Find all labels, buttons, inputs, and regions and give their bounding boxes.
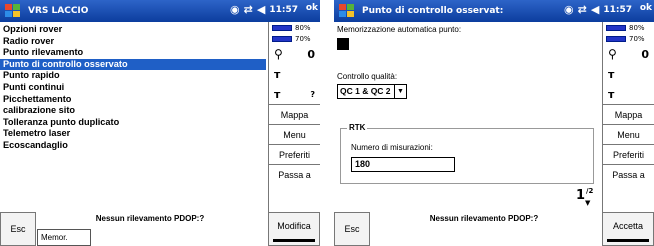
gps-icon[interactable]: ◉ xyxy=(230,3,240,16)
accetta-button[interactable]: Accetta xyxy=(602,212,654,246)
menu-button[interactable]: Menu xyxy=(603,124,654,144)
rtk-icon: ᴛ xyxy=(608,87,615,101)
spacer xyxy=(320,0,334,246)
auto-store-label: Memorizzazione automatica punto: xyxy=(337,25,462,34)
list-item[interactable]: Punti continui xyxy=(0,82,266,94)
volume-icon[interactable]: ◀ xyxy=(257,3,265,16)
clock[interactable]: 11:57 xyxy=(603,5,632,15)
ok-button[interactable]: ok xyxy=(640,3,652,13)
list-item[interactable]: Opzioni rover xyxy=(0,24,266,36)
status-sidebar: 80% 70% ⚲ 0 ᴛ ᴛ Mappa Menu Preferiti Pas… xyxy=(602,22,654,212)
softkey-bar xyxy=(273,239,315,242)
battery-icon xyxy=(606,24,626,31)
gps-icon[interactable]: ◉ xyxy=(564,3,574,16)
list-item[interactable]: Tolleranza punto duplicato xyxy=(0,117,266,129)
passa-a-button[interactable]: Passa a xyxy=(269,164,320,184)
battery-1[interactable]: 80% xyxy=(603,22,654,33)
battery-1[interactable]: 80% xyxy=(269,22,320,33)
clock[interactable]: 11:57 xyxy=(269,5,298,15)
screen-menu-rilevamento: VRS LACCIO ◉ ⇄ ◀ 11:57 ok Opzioni rover … xyxy=(0,0,320,246)
rtk-group-title: RTK xyxy=(347,123,368,132)
volume-icon[interactable]: ◀ xyxy=(591,3,599,16)
list-item[interactable]: Ecoscandaglio xyxy=(0,140,266,152)
memor-button[interactable]: Memor. xyxy=(37,229,91,246)
status-message: Nessun rilevamento PDOP:? xyxy=(429,214,539,223)
radio-antenna-icon: ᴛ xyxy=(274,67,281,81)
list-item[interactable]: Punto rilevamento xyxy=(0,47,266,59)
battery-2[interactable]: 70% xyxy=(603,33,654,44)
list-item[interactable]: calibrazione sito xyxy=(0,105,266,117)
rtk-status[interactable]: ᴛ ? xyxy=(269,84,320,104)
satellite-icon: ⚲ xyxy=(274,47,283,61)
auto-store-checkbox[interactable] xyxy=(337,38,349,50)
preferiti-button[interactable]: Preferiti xyxy=(269,144,320,164)
connectivity-icon[interactable]: ⇄ xyxy=(578,3,587,16)
radio-status[interactable]: ᴛ xyxy=(603,64,654,84)
status-sidebar: 80% 70% ⚲ 0 ᴛ ᴛ ? Mappa Menu Preferiti P… xyxy=(268,22,320,212)
quality-label: Controllo qualità: xyxy=(337,72,398,81)
satellite-icon: ⚲ xyxy=(608,47,617,61)
satellite-status[interactable]: ⚲ 0 xyxy=(603,44,654,64)
mappa-button[interactable]: Mappa xyxy=(603,104,654,124)
rtk-status[interactable]: ᴛ xyxy=(603,84,654,104)
esc-button[interactable]: Esc xyxy=(0,212,36,246)
chevron-down-icon[interactable]: ▼ xyxy=(394,85,406,98)
start-menu-icon[interactable] xyxy=(4,3,22,19)
status-message: Nessun rilevamento PDOP:? xyxy=(95,214,205,223)
softkey-bar xyxy=(607,239,649,242)
list-item-selected[interactable]: Punto di controllo osservato xyxy=(0,58,266,71)
num-measure-label: Numero di misurazioni: xyxy=(351,143,433,152)
rtk-group: RTK Numero di misurazioni: 180 xyxy=(340,123,594,184)
satellite-status[interactable]: ⚲ 0 xyxy=(269,44,320,64)
quality-select[interactable]: QC 1 & QC 2 ▼ xyxy=(337,84,407,99)
esc-button[interactable]: Esc xyxy=(334,212,370,246)
list-item[interactable]: Picchettamento xyxy=(0,94,266,106)
title-bar: VRS LACCIO ◉ ⇄ ◀ 11:57 ok xyxy=(0,0,320,22)
menu-button[interactable]: Menu xyxy=(269,124,320,144)
page-indicator[interactable]: 1 /2 ▼ xyxy=(576,187,598,208)
radio-antenna-icon: ᴛ xyxy=(608,67,615,81)
list-item[interactable]: Punto rapido xyxy=(0,70,266,82)
num-measure-input[interactable]: 180 xyxy=(351,157,455,172)
chevron-down-icon[interactable]: ▼ xyxy=(585,199,590,207)
window-title: Punto di controllo osservat: xyxy=(362,6,504,16)
preferiti-button[interactable]: Preferiti xyxy=(603,144,654,164)
menu-list: Opzioni rover Radio rover Punto rilevame… xyxy=(0,24,266,152)
title-bar: Punto di controllo osservat: ◉ ⇄ ◀ 11:57… xyxy=(334,0,654,22)
list-item[interactable]: Radio rover xyxy=(0,36,266,48)
mappa-button[interactable]: Mappa xyxy=(269,104,320,124)
window-title: VRS LACCIO xyxy=(28,6,89,16)
battery-icon xyxy=(272,24,292,31)
rtk-icon: ᴛ xyxy=(274,87,281,101)
modifica-button[interactable]: Modifica xyxy=(268,212,320,246)
list-item[interactable]: Telemetro laser xyxy=(0,128,266,140)
passa-a-button[interactable]: Passa a xyxy=(603,164,654,184)
connectivity-icon[interactable]: ⇄ xyxy=(244,3,253,16)
battery-icon xyxy=(606,35,626,42)
ok-button[interactable]: ok xyxy=(306,3,318,13)
radio-status[interactable]: ᴛ xyxy=(269,64,320,84)
battery-2[interactable]: 70% xyxy=(269,33,320,44)
screen-punto-controllo: Punto di controllo osservat: ◉ ⇄ ◀ 11:57… xyxy=(334,0,654,246)
battery-icon xyxy=(272,35,292,42)
start-menu-icon[interactable] xyxy=(338,3,356,19)
